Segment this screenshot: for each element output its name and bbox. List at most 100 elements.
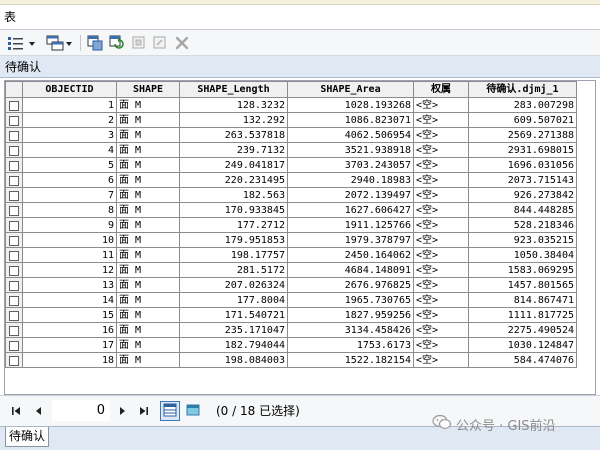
table-cell[interactable]: 面 M — [116, 262, 180, 278]
table-row[interactable]: 2面 M 132.292 1086.823071 <空> 609.507021 — [5, 112, 577, 128]
column-header-djmj-1[interactable]: 待确认.djmj_1 — [468, 81, 577, 98]
table-row[interactable]: 17 面 M 182.794044 1753.6173 <空> 1030.124847 — [5, 337, 577, 353]
table-cell[interactable]: 179.951853 — [179, 232, 288, 248]
table-cell[interactable]: 2676.976825 — [287, 277, 414, 293]
table-cell[interactable]: 1028.193268 — [287, 97, 414, 113]
table-row[interactable]: 14 面 M 177.8004 1965.730765 <空> 814.867471 — [5, 292, 577, 308]
table-cell[interactable]: 2 — [22, 112, 117, 128]
table-cell[interactable]: 12 — [22, 262, 117, 278]
table-cell[interactable]: 3 — [22, 127, 117, 143]
row-selector[interactable] — [5, 112, 23, 128]
table-cell[interactable]: 1522.182154 — [287, 352, 414, 368]
table-row[interactable]: 16 面 M 235.171047 3134.458426 <空> 2275.490524 — [5, 322, 577, 338]
column-header-shape-area[interactable]: SHAPE_Area — [287, 81, 414, 98]
table-cell[interactable]: <空> — [413, 307, 469, 323]
table-cell[interactable]: 814.867471 — [468, 292, 577, 308]
table-cell[interactable]: 3703.243057 — [287, 157, 414, 173]
table-cell[interactable]: 面 M — [116, 247, 180, 263]
current-record-field[interactable]: 0 — [52, 400, 110, 421]
row-selector[interactable] — [5, 232, 23, 248]
table-cell[interactable]: 2275.490524 — [468, 322, 577, 338]
table-cell[interactable]: 1696.031056 — [468, 157, 577, 173]
table-row[interactable]: 3面 M 263.537818 4062.506954 <空> 2569.271388 — [5, 127, 577, 143]
show-selected-records-button[interactable] — [183, 401, 203, 421]
table-row[interactable]: 11 面 M 198.17757 2450.164062 <空> 1050.38404 — [5, 247, 577, 263]
table-cell[interactable]: 198.17757 — [179, 247, 288, 263]
table-cell[interactable]: 1965.730765 — [287, 292, 414, 308]
table-cell[interactable]: 15 — [22, 307, 117, 323]
row-selector[interactable] — [5, 322, 23, 338]
table-cell[interactable]: 283.007298 — [468, 97, 577, 113]
table-cell[interactable]: 14 — [22, 292, 117, 308]
table-row[interactable]: 12 面 M 281.5172 4684.148091 <空> 1583.069295 — [5, 262, 577, 278]
table-cell[interactable]: <空> — [413, 157, 469, 173]
table-cell[interactable]: 1111.817725 — [468, 307, 577, 323]
table-cell[interactable]: <空> — [413, 112, 469, 128]
table-cell[interactable]: 面 M — [116, 112, 180, 128]
table-cell[interactable]: 11 — [22, 247, 117, 263]
table-cell[interactable]: <空> — [413, 322, 469, 338]
table-cell[interactable]: 170.933845 — [179, 202, 288, 218]
table-row[interactable]: 1面 M 128.3232 1028.193268 <空> 283.007298 — [5, 97, 577, 113]
table-cell[interactable]: <空> — [413, 262, 469, 278]
table-cell[interactable]: 2940.18983 — [287, 172, 414, 188]
table-cell[interactable]: 面 M — [116, 172, 180, 188]
table-cell[interactable]: 17 — [22, 337, 117, 353]
table-cell[interactable]: 1050.38404 — [468, 247, 577, 263]
table-cell[interactable]: 1457.801565 — [468, 277, 577, 293]
table-row[interactable]: 9面 M 177.2712 1911.125766 <空> 528.218346 — [5, 217, 577, 233]
table-row[interactable]: 10 面 M 179.951853 1979.378797 <空> 923.035215 — [5, 232, 577, 248]
table-cell[interactable]: 263.537818 — [179, 127, 288, 143]
table-row[interactable]: 13 面 M 207.026324 2676.976825 <空> 1457.801565 — [5, 277, 577, 293]
bottom-tab-pending[interactable]: 待确认 — [5, 427, 49, 447]
table-cell[interactable]: 239.7132 — [179, 142, 288, 158]
row-selector[interactable] — [5, 172, 23, 188]
table-cell[interactable]: 面 M — [116, 187, 180, 203]
table-cell[interactable]: 171.540721 — [179, 307, 288, 323]
row-selector[interactable] — [5, 217, 23, 233]
table-cell[interactable]: <空> — [413, 127, 469, 143]
table-cell[interactable]: 10 — [22, 232, 117, 248]
table-cell[interactable]: <空> — [413, 337, 469, 353]
table-cell[interactable]: 926.273842 — [468, 187, 577, 203]
table-cell[interactable]: 面 M — [116, 202, 180, 218]
table-cell[interactable]: 1827.959256 — [287, 307, 414, 323]
related-tables-button[interactable] — [46, 34, 76, 52]
table-cell[interactable]: 220.231495 — [179, 172, 288, 188]
table-cell[interactable]: 4 — [22, 142, 117, 158]
table-cell[interactable]: <空> — [413, 277, 469, 293]
row-selector[interactable] — [5, 187, 23, 203]
switch-selection-button[interactable] — [108, 34, 126, 52]
row-selector[interactable] — [5, 127, 23, 143]
table-row[interactable]: 5面 M 249.041817 3703.243057 <空> 1696.031056 — [5, 157, 577, 173]
table-cell[interactable]: 177.8004 — [179, 292, 288, 308]
row-selector[interactable] — [5, 202, 23, 218]
table-cell[interactable]: <空> — [413, 217, 469, 233]
table-cell[interactable]: 1030.124847 — [468, 337, 577, 353]
table-cell[interactable]: <空> — [413, 292, 469, 308]
table-cell[interactable]: 1086.823071 — [287, 112, 414, 128]
table-cell[interactable]: 18 — [22, 352, 117, 368]
previous-record-button[interactable] — [32, 405, 46, 419]
table-cell[interactable]: 177.2712 — [179, 217, 288, 233]
table-cell[interactable]: 132.292 — [179, 112, 288, 128]
table-row[interactable]: 7面 M 182.563 2072.139497 <空> 926.273842 — [5, 187, 577, 203]
table-cell[interactable]: 5 — [22, 157, 117, 173]
table-cell[interactable]: 182.563 — [179, 187, 288, 203]
table-cell[interactable]: 面 M — [116, 337, 180, 353]
table-cell[interactable]: 16 — [22, 322, 117, 338]
table-cell[interactable]: <空> — [413, 97, 469, 113]
table-row[interactable]: 15 面 M 171.540721 1827.959256 <空> 1111.817725 — [5, 307, 577, 323]
clear-selection-button[interactable] — [130, 34, 148, 52]
row-selector[interactable] — [5, 352, 23, 368]
table-cell[interactable]: 13 — [22, 277, 117, 293]
table-cell[interactable]: 182.794044 — [179, 337, 288, 353]
row-selector[interactable] — [5, 247, 23, 263]
table-cell[interactable]: <空> — [413, 202, 469, 218]
table-row[interactable]: 4面 M 239.7132 3521.938918 <空> 2931.698015 — [5, 142, 577, 158]
row-selector[interactable] — [5, 307, 23, 323]
table-cell[interactable]: <空> — [413, 352, 469, 368]
table-cell[interactable]: 3134.458426 — [287, 322, 414, 338]
table-cell[interactable]: 128.3232 — [179, 97, 288, 113]
select-by-attributes-button[interactable] — [86, 34, 104, 52]
